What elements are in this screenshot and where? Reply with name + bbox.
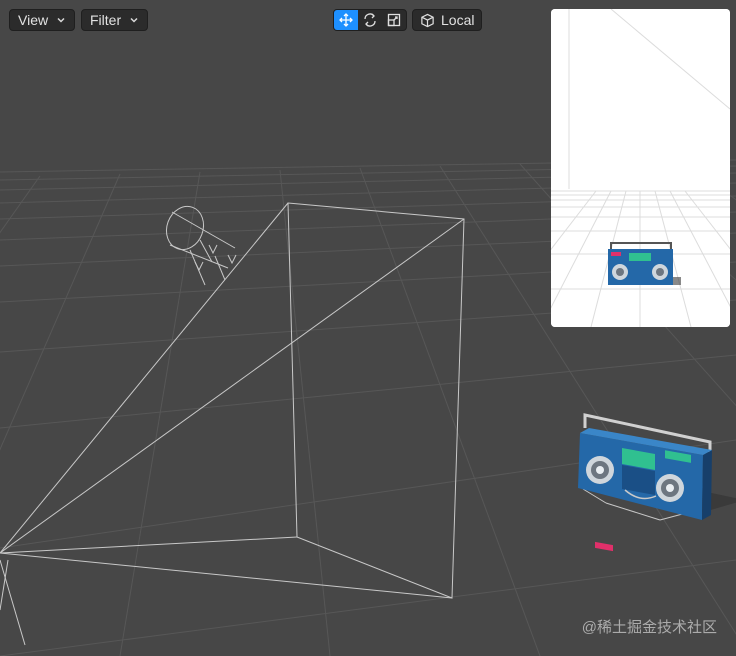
view-menu-button[interactable]: View bbox=[9, 9, 76, 31]
rotate-icon bbox=[364, 13, 376, 27]
watermark-text: @稀土掘金技术社区 bbox=[581, 619, 717, 636]
view-menu-label: View bbox=[18, 12, 49, 28]
move-tool-button[interactable] bbox=[334, 10, 358, 30]
filter-menu-label: Filter bbox=[90, 12, 122, 28]
scale-tool-button[interactable] bbox=[382, 10, 406, 30]
boombox[interactable] bbox=[578, 413, 736, 552]
local-space-button[interactable]: Local bbox=[412, 9, 483, 31]
move-arrows-icon bbox=[339, 13, 353, 27]
local-space-label: Local bbox=[441, 12, 475, 28]
scene-viewport[interactable]: View Filter Local @稀土掘金技术社区 bbox=[0, 0, 736, 656]
camera-preview-panel bbox=[551, 9, 730, 327]
transform-tool-group bbox=[333, 9, 407, 31]
filter-menu-button[interactable]: Filter bbox=[81, 9, 149, 31]
chevron-down-icon bbox=[57, 17, 65, 23]
rotate-tool-button[interactable] bbox=[358, 10, 382, 30]
preview-render bbox=[551, 9, 730, 327]
chevron-down-icon bbox=[130, 17, 138, 23]
camera-frustum[interactable] bbox=[0, 202, 465, 646]
cube-icon bbox=[421, 13, 434, 27]
scale-icon bbox=[387, 13, 401, 27]
preview-boombox bbox=[608, 242, 681, 285]
